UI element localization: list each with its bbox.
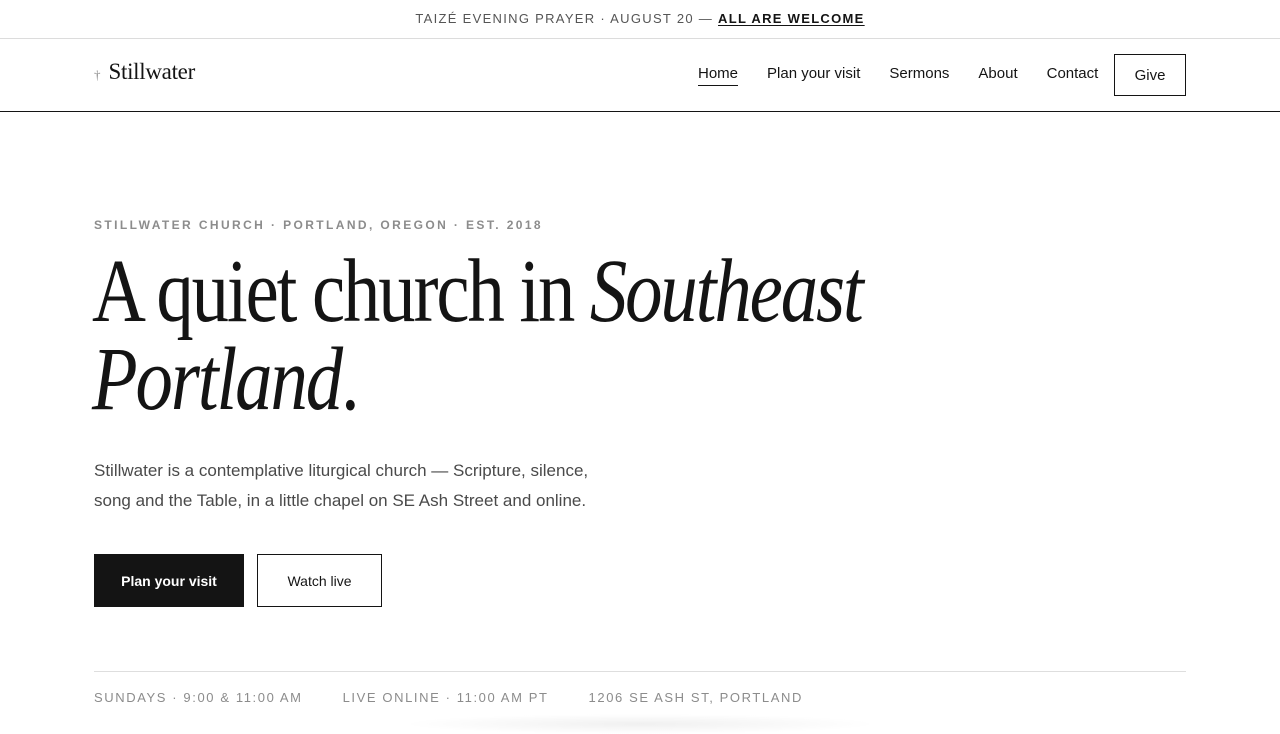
logo-text: Stillwater: [108, 59, 196, 84]
nav-item-sermons[interactable]: Sermons: [889, 65, 949, 86]
announcement-bar: Taizé Evening Prayer · August 20 — All a…: [0, 0, 1280, 39]
hero-lede: Stillwater is a contemplative liturgical…: [94, 461, 589, 510]
give-button[interactable]: Give: [1114, 54, 1186, 96]
site-header: † Stillwater Home Plan your visit Sermon…: [0, 39, 1280, 112]
divider: [94, 671, 1186, 672]
announcement-link[interactable]: All are welcome: [718, 11, 865, 26]
cross-icon: †: [94, 67, 101, 82]
nav-item-contact[interactable]: Contact: [1047, 65, 1099, 86]
headline-period: .: [341, 330, 360, 429]
bottom-shadow: [400, 714, 880, 734]
watch-live-button[interactable]: Watch live: [257, 554, 382, 607]
hero-headline: A quiet church in Southeast Portland.: [92, 247, 1005, 425]
announcement-text: Taizé Evening Prayer · August 20 —: [415, 11, 714, 26]
main-nav: Home Plan your visit Sermons About Conta…: [698, 65, 1098, 86]
service-info: Sundays · 9:00 & 11:00 AM Live online · …: [94, 690, 803, 705]
service-times: Sundays · 9:00 & 11:00 AM: [94, 690, 303, 705]
nav-item-about[interactable]: About: [978, 65, 1017, 86]
site-logo[interactable]: † Stillwater: [94, 59, 195, 85]
nav-item-plan-your-visit[interactable]: Plan your visit: [767, 65, 860, 86]
hero-eyebrow: Stillwater Church · Portland, Oregon · E…: [94, 218, 544, 232]
plan-visit-button[interactable]: Plan your visit: [94, 554, 244, 607]
headline-plain: A quiet church in: [92, 242, 590, 341]
nav-item-home[interactable]: Home: [698, 65, 739, 86]
church-address: 1206 SE Ash St, Portland: [588, 690, 803, 705]
live-online-time: Live online · 11:00 AM PT: [342, 690, 549, 705]
